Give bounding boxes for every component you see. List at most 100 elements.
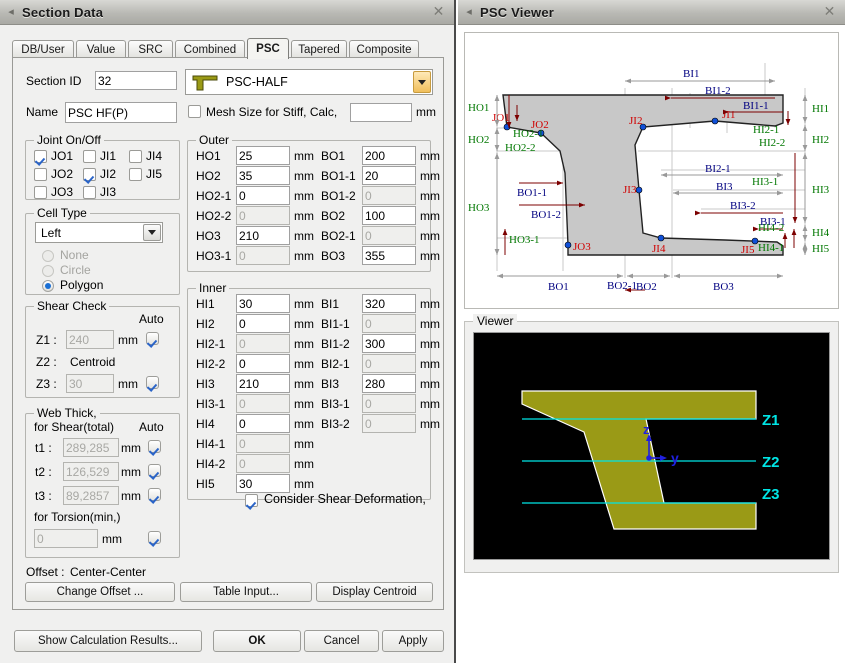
z3-auto-checkbox[interactable] [146,376,159,389]
checkbox-jo1[interactable] [34,150,47,163]
checkbox-ji2[interactable] [83,168,96,181]
bo1-2-input[interactable] [362,186,416,205]
bi1-1-input[interactable] [362,314,416,333]
display-centroid-button[interactable]: Display Centroid [316,582,433,602]
radio-circle[interactable] [42,265,54,277]
hi2-unit: mm [294,317,314,331]
show-calculation-results-button[interactable]: Show Calculation Results... [14,630,202,652]
updown-chevron-icon[interactable]: ◂ [458,7,480,18]
chevron-down-icon[interactable] [143,224,161,241]
t2-auto-checkbox[interactable] [148,464,161,477]
tab-composite[interactable]: Composite [349,40,419,58]
hi1-input[interactable] [236,294,290,313]
chevron-down-icon[interactable] [413,71,431,93]
ho2-1-input[interactable] [236,186,290,205]
hi2-input[interactable] [236,314,290,333]
bo3-input[interactable] [362,246,416,265]
viewer-label-z1: Z1 [762,412,780,429]
consider-shear-checkbox[interactable] [245,494,258,507]
torsion-auto-checkbox[interactable] [148,531,161,544]
diagram-label-hi1: HI1 [812,103,829,115]
tab-value[interactable]: Value [76,40,126,58]
checkbox-jo2[interactable] [34,168,47,181]
hi4-2-input[interactable] [236,454,290,473]
bi3-2-input[interactable] [362,414,416,433]
z3-input[interactable] [66,374,114,393]
bo1-input[interactable] [362,146,416,165]
mesh-size-input[interactable] [350,103,412,122]
table-input-button[interactable]: Table Input... [180,582,312,602]
hi2-1-input[interactable] [236,334,290,353]
z1-input[interactable] [66,330,114,349]
bi1-2-input[interactable] [362,334,416,353]
cancel-button[interactable]: Cancel [304,630,379,652]
ho2-2-input[interactable] [236,206,290,225]
z1-auto-checkbox[interactable] [146,332,159,345]
tab-src[interactable]: SRC [128,40,173,58]
tab-db-user[interactable]: DB/User [12,40,74,58]
t2-input[interactable] [63,462,119,481]
bo1-1-input[interactable] [362,166,416,185]
close-icon[interactable]: ✕ [431,4,446,19]
hi3-1-input[interactable] [236,394,290,413]
bi2-1-input[interactable] [362,354,416,373]
bo3-unit: mm [420,249,440,263]
ok-button[interactable]: OK [213,630,301,652]
bo2-input[interactable] [362,206,416,225]
checkbox-jo3[interactable] [34,186,47,199]
radio-none[interactable] [42,250,54,262]
ho3-1-input[interactable] [236,246,290,265]
checkbox-ji3[interactable] [83,186,96,199]
label-ji5: JI5 [146,167,162,181]
tab-combined[interactable]: Combined [175,40,245,58]
web-thick-caption: Web Thick, [34,406,100,420]
change-offset-button[interactable]: Change Offset ... [25,582,175,602]
name-input[interactable] [65,102,177,123]
viewer-label-z2: Z2 [762,454,780,471]
consider-shear-label: Consider Shear Deformation, [264,492,426,506]
hi4-input[interactable] [236,414,290,433]
tab-tapered[interactable]: Tapered [291,40,347,58]
ho1-input[interactable] [236,146,290,165]
radio-polygon[interactable] [42,280,54,292]
viewer-canvas[interactable]: Z1 Z2 Z3 z y [473,332,830,560]
hi5-input[interactable] [236,474,290,493]
label-bo3: BO3 [321,249,345,263]
hi2-2-input[interactable] [236,354,290,373]
t3-auto-checkbox[interactable] [148,488,161,501]
bo2-1-input[interactable] [362,226,416,245]
ho2-input[interactable] [236,166,290,185]
checkbox-ji5[interactable] [129,168,142,181]
updown-chevron-icon[interactable]: ◂ [0,7,22,18]
torsion-input[interactable] [34,529,98,548]
apply-button[interactable]: Apply [382,630,444,652]
label-bi3: BI3 [321,377,339,391]
checkbox-ji1[interactable] [83,150,96,163]
hi3-input[interactable] [236,374,290,393]
t1-auto-checkbox[interactable] [148,440,161,453]
checkbox-ji4[interactable] [129,150,142,163]
close-icon[interactable]: ✕ [822,4,837,19]
label-hi2-1: HI2-1 [196,337,225,351]
bi1-input[interactable] [362,294,416,313]
mesh-size-checkbox[interactable] [188,105,201,118]
ho2-1-unit: mm [294,189,314,203]
hi4-1-input[interactable] [236,434,290,453]
diagram-label-ho2: HO2 [468,134,489,146]
psc-section-diagram[interactable]: JO1 JO2 JO3 JI1 JI2 JI3 JI4 JI5 BI1 BI1-… [464,32,839,309]
ho3-input[interactable] [236,226,290,245]
section-id-input[interactable] [95,71,177,90]
bi3-1-input[interactable] [362,394,416,413]
label-hi5: HI5 [196,477,215,491]
t1-unit: mm [121,441,141,455]
bi3-1-unit: mm [420,397,440,411]
t3-input[interactable] [63,486,119,505]
diagram-label-ji4: JI4 [652,243,666,255]
t1-input[interactable] [63,438,119,457]
cell-type-combo[interactable]: Left [35,222,163,243]
psc-viewer-window: ◂ PSC Viewer ✕ [458,0,845,663]
section-data-titlebar: ◂ Section Data ✕ [0,0,454,25]
bi3-input[interactable] [362,374,416,393]
tab-psc[interactable]: PSC [247,38,289,59]
section-type-combo[interactable]: PSC-HALF [185,69,433,95]
